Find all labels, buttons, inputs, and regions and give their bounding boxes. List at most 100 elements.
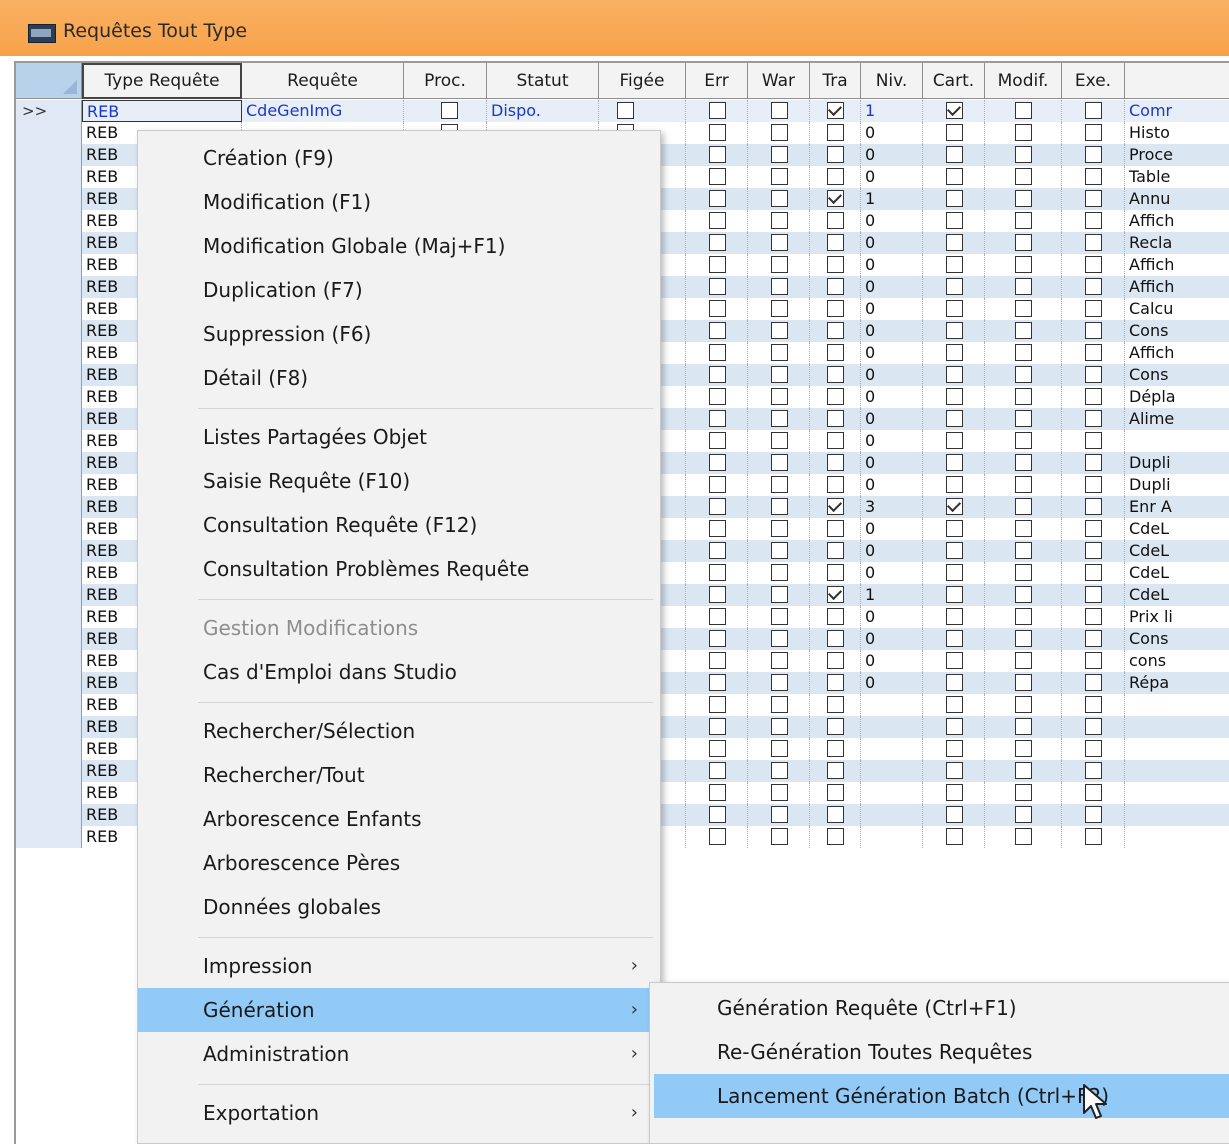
cell-comment[interactable] [1125,694,1229,716]
cell-tra[interactable] [810,518,861,540]
cell-tra[interactable] [810,738,861,760]
checkbox-tra[interactable] [827,630,844,647]
column-header-comment[interactable] [1125,63,1229,99]
cell-niv[interactable]: 0 [861,276,923,298]
cell-tra[interactable] [810,188,861,210]
cell-tra[interactable] [810,760,861,782]
checkbox-modif[interactable] [1015,102,1032,119]
cell-niv[interactable]: 0 [861,386,923,408]
cell-modif[interactable] [985,518,1062,540]
checkbox-tra[interactable] [827,674,844,691]
row-header[interactable] [16,672,82,694]
checkbox-war[interactable] [771,256,788,273]
checkbox-cart[interactable] [946,278,963,295]
cell-modif[interactable] [985,188,1062,210]
checkbox-exe[interactable] [1085,696,1102,713]
checkbox-err[interactable] [709,388,726,405]
checkbox-err[interactable] [709,652,726,669]
column-header-niv[interactable]: Niv. [861,63,923,99]
cell-cart[interactable] [923,298,985,320]
checkbox-modif[interactable] [1015,454,1032,471]
cell-exe[interactable] [1062,232,1125,254]
cell-exe[interactable] [1062,694,1125,716]
row-header[interactable] [16,540,82,562]
checkbox-err[interactable] [709,520,726,537]
checkbox-modif[interactable] [1015,432,1032,449]
cell-cart[interactable] [923,496,985,518]
cell-comment[interactable]: Dupli [1125,452,1229,474]
cell-err[interactable] [686,320,748,342]
checkbox-cart[interactable] [946,784,963,801]
cell-exe[interactable] [1062,144,1125,166]
checkbox-err[interactable] [709,146,726,163]
cell-err[interactable] [686,276,748,298]
cell-err[interactable] [686,826,748,848]
column-header-err[interactable]: Err [686,63,748,99]
menu-item-suppression-f6[interactable]: Suppression (F6) [138,312,660,356]
cell-err[interactable] [686,716,748,738]
cell-niv[interactable]: 0 [861,254,923,276]
checkbox-war[interactable] [771,718,788,735]
cell-err[interactable] [686,650,748,672]
checkbox-tra[interactable] [827,432,844,449]
cell-err[interactable] [686,386,748,408]
checkbox-exe[interactable] [1085,586,1102,603]
checkbox-exe[interactable] [1085,234,1102,251]
checkbox-tra[interactable] [827,520,844,537]
checkbox-tra[interactable] [827,740,844,757]
checkbox-exe[interactable] [1085,124,1102,141]
row-header[interactable] [16,342,82,364]
cell-niv[interactable]: 0 [861,408,923,430]
cell-err[interactable] [686,254,748,276]
cell-cart[interactable] [923,562,985,584]
checkbox-cart[interactable] [946,234,963,251]
cell-war[interactable] [748,144,810,166]
cell-tra[interactable] [810,254,861,276]
cell-modif[interactable] [985,452,1062,474]
checkbox-cart[interactable] [946,454,963,471]
row-header[interactable] [16,782,82,804]
checkbox-war[interactable] [771,146,788,163]
cell-err[interactable] [686,694,748,716]
cell-tra[interactable] [810,342,861,364]
cell-err[interactable] [686,782,748,804]
checkbox-err[interactable] [709,168,726,185]
checkbox-cart[interactable] [946,718,963,735]
cell-exe[interactable] [1062,254,1125,276]
cell-err[interactable] [686,342,748,364]
checkbox-err[interactable] [709,410,726,427]
cell-tra[interactable] [810,298,861,320]
row-header[interactable] [16,716,82,738]
cell-tra[interactable] [810,606,861,628]
checkbox-err[interactable] [709,586,726,603]
cell-err[interactable] [686,518,748,540]
checkbox-modif[interactable] [1015,124,1032,141]
cell-cart[interactable] [923,276,985,298]
cell-tra[interactable] [810,628,861,650]
menu-item-consultation-problemes-requete[interactable]: Consultation Problèmes Requête [138,547,660,591]
checkbox-cart[interactable] [946,696,963,713]
cell-cart[interactable] [923,144,985,166]
checkbox-war[interactable] [771,520,788,537]
cell-niv[interactable]: 0 [861,364,923,386]
row-header[interactable] [16,122,82,144]
checkbox-modif[interactable] [1015,696,1032,713]
checkbox-cart[interactable] [946,740,963,757]
cell-comment[interactable] [1125,716,1229,738]
checkbox-war[interactable] [771,366,788,383]
checkbox-cart[interactable] [946,586,963,603]
cell-comment[interactable]: CdeL [1125,518,1229,540]
checkbox-war[interactable] [771,806,788,823]
menu-item-donnees-globales[interactable]: Données globales [138,885,660,929]
cell-exe[interactable] [1062,496,1125,518]
cell-tra[interactable] [810,232,861,254]
cell-tra[interactable] [810,782,861,804]
cell-modif[interactable] [985,386,1062,408]
cell-err[interactable] [686,122,748,144]
checkbox-cart[interactable] [946,542,963,559]
row-header[interactable] [16,320,82,342]
cell-niv[interactable]: 0 [861,298,923,320]
cell-err[interactable] [686,584,748,606]
cell-tra[interactable] [810,320,861,342]
cell-tra[interactable] [810,826,861,848]
